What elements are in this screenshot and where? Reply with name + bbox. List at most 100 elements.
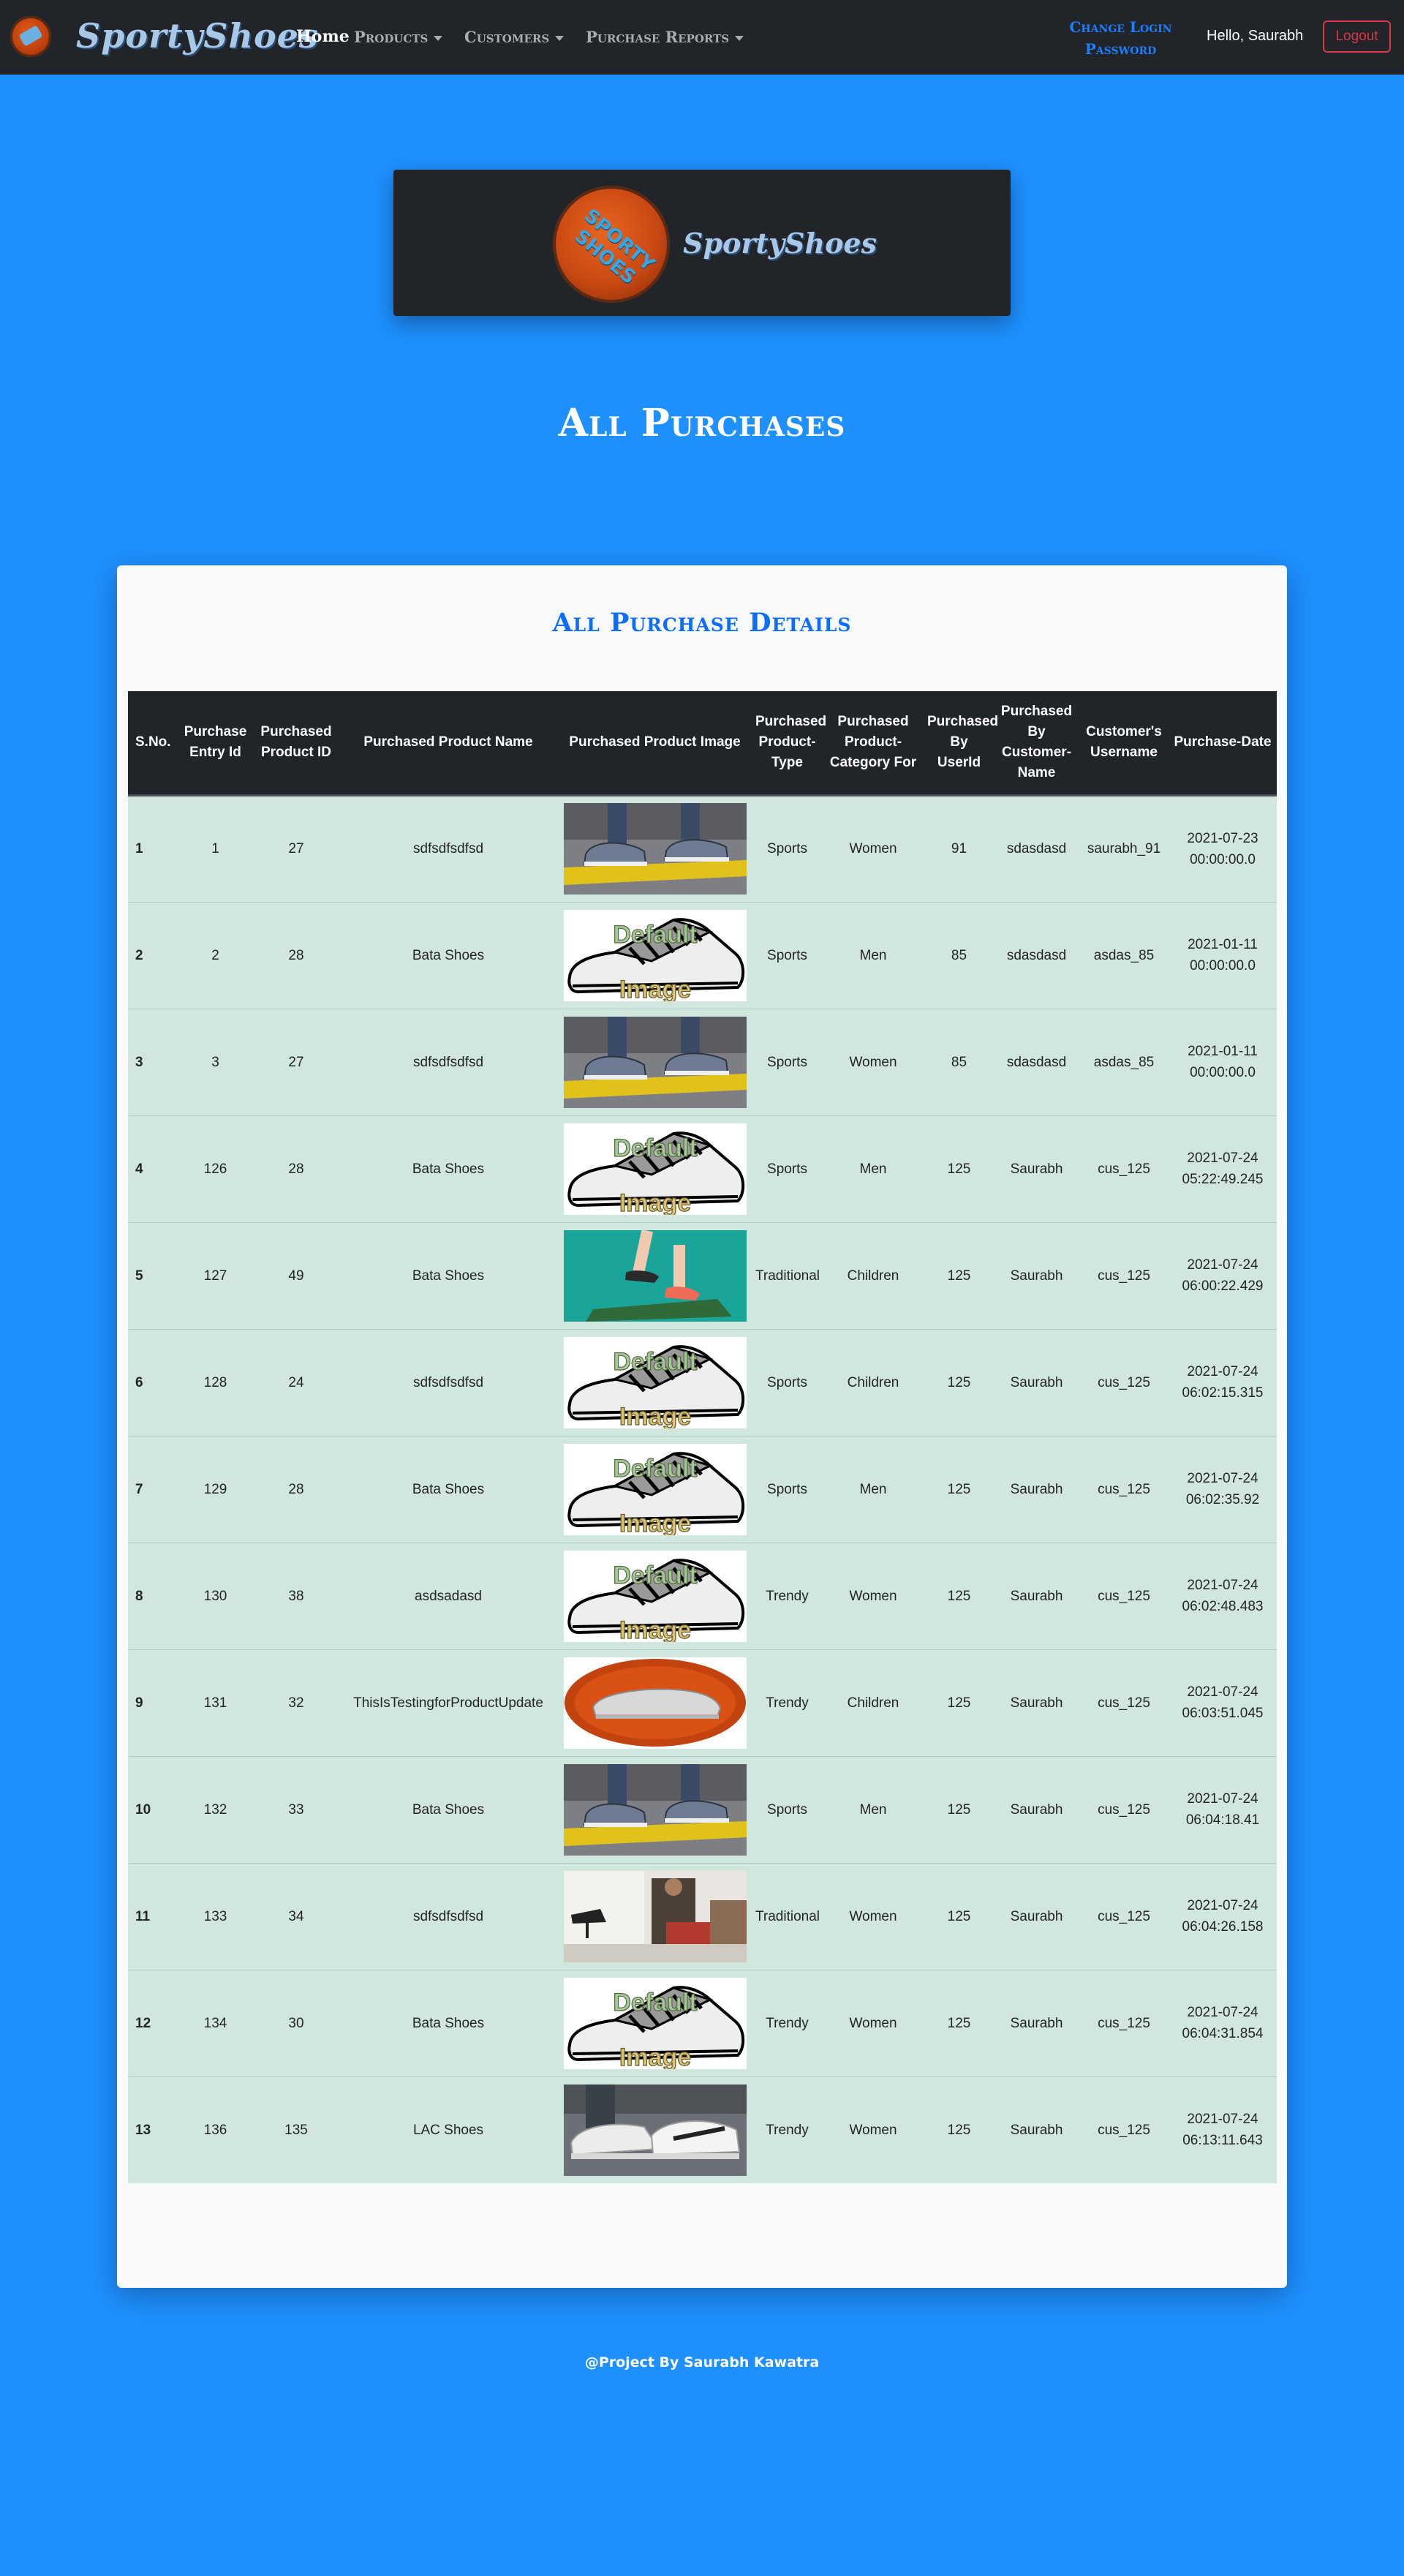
- customer-name-cell: sdasdasd: [1006, 1054, 1067, 1070]
- username-cell: asdas_85: [1093, 947, 1155, 963]
- product-thumbnail: [563, 1763, 747, 1856]
- purchase-date-cell: 2021-01-11 00:00:00.0: [1188, 937, 1258, 973]
- customer-name-cell: Saurabh: [1010, 1268, 1063, 1284]
- serial-number-cell: 10: [135, 1801, 151, 1818]
- change-login-line2: Password: [1084, 40, 1157, 58]
- product-image-cell: Default Image: [557, 1329, 752, 1436]
- column-header: Customer's Username: [1079, 691, 1169, 796]
- svg-text:Default: Default: [613, 1562, 697, 1589]
- default-shoe-image: Default Image: [563, 909, 747, 1001]
- serial-number-cell: 12: [135, 2015, 151, 2031]
- product-type-cell: Sports: [767, 1801, 807, 1818]
- username-cell: cus_125: [1098, 1695, 1150, 1711]
- nav-purchase-reports-dropdown[interactable]: Purchase Reports: [586, 28, 744, 46]
- entry-id-cell: 136: [203, 2122, 227, 2138]
- column-header: Purchased Product Name: [339, 691, 557, 796]
- entry-id-cell: 129: [203, 1481, 227, 1497]
- username-cell: cus_125: [1098, 2122, 1150, 2138]
- nav-products-dropdown[interactable]: Products: [354, 28, 443, 46]
- user-id-cell: 125: [947, 1695, 971, 1711]
- user-id-cell: 91: [951, 841, 967, 856]
- customer-name-cell: sdasdasd: [1006, 841, 1067, 856]
- nav-home-link[interactable]: Home: [296, 27, 350, 46]
- product-id-cell: 24: [288, 1374, 304, 1390]
- product-name-cell: sdfsdfsdfsd: [412, 841, 484, 856]
- user-id-cell: 125: [947, 2015, 971, 2031]
- customer-name-cell: Saurabh: [1010, 2122, 1063, 2138]
- table-header-row: S.No. Purchase Entry Id Purchased Product …: [128, 691, 1277, 796]
- customer-name-cell: Saurabh: [1010, 1695, 1063, 1711]
- svg-text:Default: Default: [613, 921, 697, 949]
- page-title: All Purchases: [558, 401, 846, 445]
- customer-name-cell: Saurabh: [1010, 1481, 1063, 1497]
- purchase-date-cell: 2021-07-24 06:13:11.643: [1182, 2112, 1263, 2149]
- product-thumbnail: [563, 1657, 747, 1749]
- username-cell: asdas_85: [1093, 1054, 1155, 1070]
- customer-name-cell: Saurabh: [1010, 1161, 1063, 1177]
- serial-number-cell: 6: [135, 1374, 143, 1390]
- username-cell: cus_125: [1098, 1161, 1150, 1177]
- product-id-cell: 38: [288, 1588, 304, 1604]
- white-sneaker-photo: [563, 2084, 747, 2176]
- purchases-table: S.No. Purchase Entry Id Purchased Product …: [128, 691, 1277, 2183]
- table-row: 13 136 135 LAC Shoes Trendy Women 125 Saurabh cu…: [128, 2076, 1277, 2183]
- column-header: Purchased By UserId: [924, 691, 998, 796]
- user-id-cell: 125: [947, 1801, 971, 1818]
- entry-id-cell: 126: [203, 1161, 227, 1177]
- product-name-cell: asdsadasd: [415, 1588, 482, 1604]
- footer-credit: @Project By Saurabh Kawatra: [584, 2354, 820, 2370]
- change-login-password-link[interactable]: Change Login Password: [1053, 16, 1188, 60]
- product-image-cell: [557, 1009, 752, 1115]
- product-type-cell: Traditional: [755, 1908, 820, 1924]
- username-cell: cus_125: [1098, 1588, 1150, 1604]
- purchase-date-cell: 2021-07-24 06:04:18.41: [1185, 1791, 1260, 1828]
- serial-number-cell: 8: [135, 1588, 143, 1604]
- table-row: 4 126 28 Bata Shoes Default Image Sports Men 125…: [128, 1115, 1277, 1222]
- category-cell: Women: [849, 1054, 897, 1070]
- product-name-cell: ThisIsTestingforProductUpdate: [353, 1695, 543, 1711]
- user-id-cell: 125: [947, 1161, 971, 1177]
- street-shoe-photo: [563, 803, 747, 895]
- product-id-cell: 28: [288, 1161, 304, 1177]
- product-image-cell: [557, 1649, 752, 1756]
- product-name-cell: LAC Shoes: [412, 2122, 484, 2138]
- product-type-cell: Sports: [767, 947, 807, 963]
- svg-text:Image: Image: [619, 2044, 690, 2069]
- street-shoe-photo: [563, 1763, 747, 1856]
- column-header: Purchased Product-Type: [752, 691, 826, 796]
- username-cell: cus_125: [1098, 1268, 1150, 1284]
- product-id-cell: 30: [288, 2015, 304, 2031]
- product-id-cell: 49: [288, 1268, 304, 1284]
- brand-name[interactable]: SportyShoes: [76, 16, 319, 56]
- default-shoe-image: Default Image: [563, 1550, 747, 1642]
- nav-customers-dropdown[interactable]: Customers: [464, 28, 565, 46]
- user-id-cell: 125: [947, 2122, 971, 2138]
- customer-name-cell: Saurabh: [1010, 1374, 1063, 1390]
- serial-number-cell: 1: [135, 841, 143, 856]
- product-thumbnail: Default Image: [563, 1550, 747, 1642]
- brand-logo-icon[interactable]: [10, 16, 51, 57]
- entry-id-cell: 127: [203, 1268, 227, 1284]
- product-thumbnail: Default Image: [563, 1336, 747, 1428]
- category-cell: Children: [847, 1374, 899, 1390]
- product-image-cell: Default Image: [557, 1970, 752, 2076]
- category-cell: Men: [859, 1481, 887, 1497]
- customer-name-cell: sdasdasd: [1006, 947, 1067, 963]
- product-type-cell: Sports: [767, 841, 807, 856]
- product-type-cell: Trendy: [766, 2015, 809, 2031]
- product-id-cell: 135: [284, 2122, 308, 2138]
- serial-number-cell: 13: [135, 2122, 151, 2138]
- user-id-cell: 125: [947, 1374, 971, 1390]
- logout-button[interactable]: Logout: [1323, 20, 1391, 53]
- orange-oval-shoe-image: [563, 1657, 747, 1749]
- product-type-cell: Sports: [767, 1161, 807, 1177]
- svg-text:Default: Default: [613, 1989, 697, 2016]
- change-login-line1: Change Login: [1069, 18, 1172, 36]
- table-body: 1 1 27 sdfsdfsdfsd Sports Women 91 sdasdasd saur…: [128, 795, 1277, 2183]
- serial-number-cell: 7: [135, 1481, 143, 1497]
- product-image-cell: [557, 1756, 752, 1863]
- purchase-details-card: All Purchase Details S.No. Purchase Entry…: [117, 565, 1287, 2288]
- user-greeting: Hello, Saurabh: [1207, 28, 1304, 44]
- product-thumbnail: Default Image: [563, 1977, 747, 2069]
- product-id-cell: 34: [288, 1908, 304, 1924]
